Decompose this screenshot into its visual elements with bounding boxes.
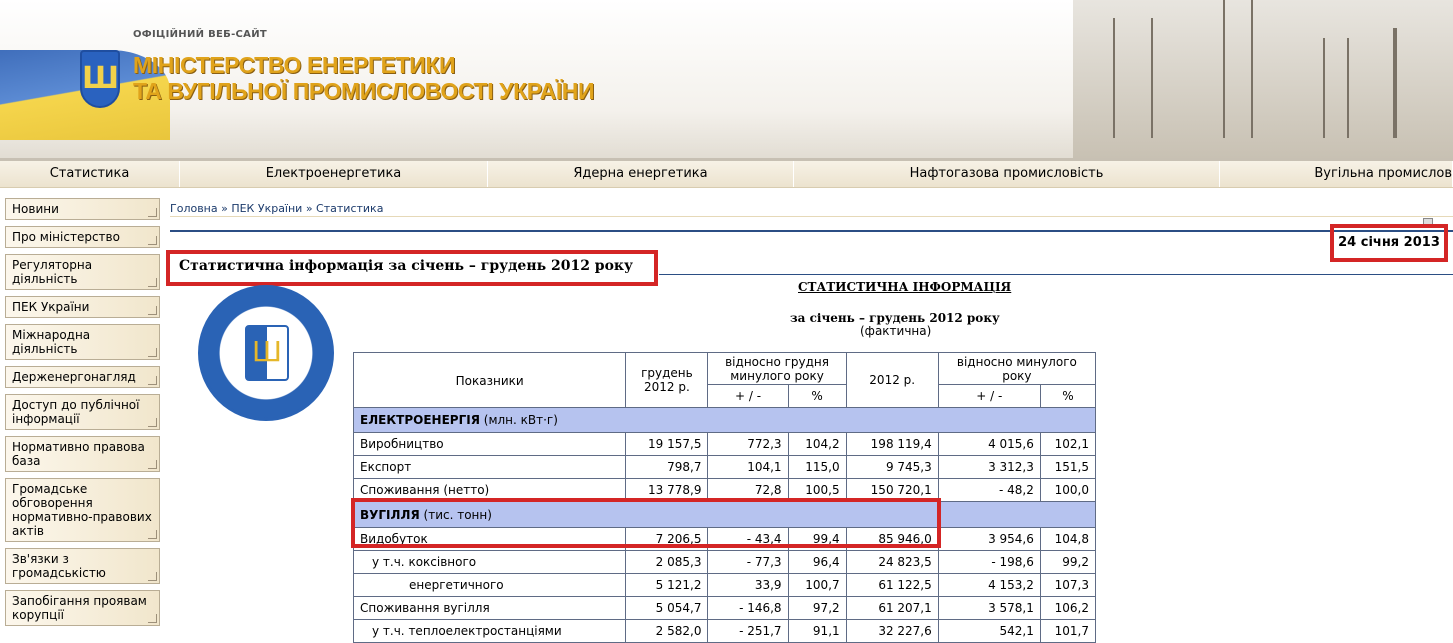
nav-nuclear-energy[interactable]: Ядерна енергетика <box>488 161 794 187</box>
col-december: грудень 2012 р. <box>625 352 709 408</box>
cell-value: - 198,6 <box>937 550 1041 574</box>
cell-value: 151,5 <box>1039 455 1097 479</box>
main-navigation: Статистика Електроенергетика Ядерна енер… <box>0 161 1453 188</box>
cell-value: 9 745,3 <box>845 455 939 479</box>
document-period: за січень – грудень 2012 року <box>790 311 1000 325</box>
nav-oil-gas[interactable]: Нафтогазова промисловість <box>794 161 1220 187</box>
cell-value: 19 157,5 <box>625 432 709 456</box>
cell-value: - 48,2 <box>937 478 1041 502</box>
cell-value: 542,1 <box>937 619 1041 643</box>
sidebar-item-international[interactable]: Міжнародна діяльність <box>5 324 160 360</box>
cell-value: 97,2 <box>787 596 847 620</box>
nav-coal-industry[interactable]: Вугільна промислов <box>1220 161 1453 187</box>
col-year-pm: + / - <box>937 384 1041 408</box>
section-title: ЕЛЕКТРОЕНЕРГІЯ <box>360 413 480 427</box>
cell-value: 4 015,6 <box>937 432 1041 456</box>
cell-value: 3 312,3 <box>937 455 1041 479</box>
sidebar-item-supervision[interactable]: Держенергонагляд <box>5 366 160 388</box>
col-2012: 2012 р. <box>845 352 939 408</box>
row-label: у т.ч. коксівного <box>352 550 627 574</box>
cell-value: 91,1 <box>787 619 847 643</box>
cell-value: 4 153,2 <box>937 573 1041 597</box>
sidebar-item-anticorruption[interactable]: Запобігання проявам корупції <box>5 590 160 626</box>
cell-value: 5 121,2 <box>625 573 709 597</box>
nav-statistics[interactable]: Статистика <box>0 161 180 187</box>
cell-value: - 146,8 <box>707 596 789 620</box>
cell-value: 33,9 <box>707 573 789 597</box>
col-dec-pm: + / - <box>707 384 789 408</box>
cell-value: - 251,7 <box>707 619 789 643</box>
table-row: Споживання вугілля 5 054,7- 146,8 97,2 61 2… <box>352 596 1097 620</box>
col-dec-pct: % <box>787 384 847 408</box>
cell-value: 100,0 <box>1039 478 1097 502</box>
cell-value: 772,3 <box>707 432 789 456</box>
col-rel-year: відносно минулого року <box>937 352 1097 385</box>
row-label: Експорт <box>352 455 627 479</box>
table-row: у т.ч. теплоелектростанціями 2 582,0- 251… <box>352 619 1097 643</box>
cell-value: 102,1 <box>1039 432 1097 456</box>
cell-value: 101,7 <box>1039 619 1097 643</box>
row-label: Споживання вугілля <box>352 596 627 620</box>
ministry-name-line2: ТА ВУГІЛЬНОЇ ПРОМИСЛОВОСТІ УКРАЇНИ <box>133 78 595 104</box>
cell-value: 24 823,5 <box>845 550 939 574</box>
table-row: у т.ч. коксівного 2 085,3- 77,3 96,4 24 823… <box>352 550 1097 574</box>
nav-electric-power[interactable]: Електроенергетика <box>180 161 488 187</box>
cell-value: 104,8 <box>1039 527 1097 551</box>
cell-value: 96,4 <box>787 550 847 574</box>
cell-value: 107,3 <box>1039 573 1097 597</box>
cell-value: 798,7 <box>625 455 709 479</box>
sidebar-item-public-discussion[interactable]: Громадське обговорення нормативно-правов… <box>5 478 160 542</box>
sidebar-item-public-relations[interactable]: Зв'язки з громадськістю <box>5 548 160 584</box>
col-rel-december: відносно грудня минулого року <box>707 352 847 385</box>
cell-value: 3 578,1 <box>937 596 1041 620</box>
power-lines-image <box>1073 0 1453 158</box>
sidebar-item-public-info[interactable]: Доступ до публічної інформації <box>5 394 160 430</box>
sidebar-item-fec[interactable]: ПЕК України <box>5 296 160 318</box>
table-row: енергетичного 5 121,2 33,9 100,7 61 122,5 4 1… <box>352 573 1097 597</box>
cell-value: 115,0 <box>787 455 847 479</box>
document-fact-note: (фактична) <box>860 324 932 338</box>
cell-value: 106,2 <box>1039 596 1097 620</box>
sidebar-item-news[interactable]: Новини <box>5 198 160 220</box>
cell-value: 61 207,1 <box>845 596 939 620</box>
document-heading: СТАТИСТИЧНА ІНФОРМАЦІЯ <box>798 280 1012 294</box>
section-unit: (млн. кВт·г) <box>483 413 558 427</box>
trident-emblem-icon[interactable]: Ш <box>80 50 120 108</box>
cell-value: 104,2 <box>787 432 847 456</box>
cell-value: 100,7 <box>787 573 847 597</box>
sidebar-item-about[interactable]: Про міністерство <box>5 226 160 248</box>
cell-value: 198 119,4 <box>845 432 939 456</box>
ministry-name-line1: МІНІСТЕРСТВО ЕНЕРГЕТИКИ <box>133 52 456 78</box>
table-row: Експорт 798,7 104,1 115,0 9 745,3 3 312,3 151,… <box>352 455 1097 479</box>
row-label: Виробництво <box>352 432 627 456</box>
col-indicators: Показники <box>352 352 627 408</box>
sidebar-item-legal-base[interactable]: Нормативно правова база <box>5 436 160 472</box>
sidebar-item-regulatory[interactable]: Регуляторна діяльність <box>5 254 160 290</box>
cell-value: - 77,3 <box>707 550 789 574</box>
cell-value: 104,1 <box>707 455 789 479</box>
cell-value: 3 954,6 <box>937 527 1041 551</box>
publication-date: 24 січня 2013 <box>1330 224 1448 262</box>
section-electricity: ЕЛЕКТРОЕНЕРГІЯ (млн. кВт·г) <box>353 407 1096 433</box>
site-header: ОФІЦІЙНИЙ ВЕБ-САЙТ Ш МІНІСТЕРСТВО ЕНЕРГЕ… <box>0 0 1453 158</box>
table-row: Виробництво 19 157,5 772,3 104,2 198 119,4 4 … <box>352 432 1097 456</box>
row-label: у т.ч. теплоелектростанціями <box>352 619 627 643</box>
cell-value: 2 582,0 <box>625 619 709 643</box>
page-title: Статистична інформація за січень – груде… <box>179 258 634 274</box>
seal-trident-icon: Ш <box>245 325 289 381</box>
cell-value: 32 227,6 <box>845 619 939 643</box>
cell-value: 61 122,5 <box>845 573 939 597</box>
cell-value: 2 085,3 <box>625 550 709 574</box>
ministry-name[interactable]: МІНІСТЕРСТВО ЕНЕРГЕТИКИ ТА ВУГІЛЬНОЇ ПРО… <box>133 52 595 104</box>
cell-value: 99,2 <box>1039 550 1097 574</box>
row-label: енергетичного <box>352 573 627 597</box>
breadcrumb[interactable]: Головна » ПЕК України » Статистика <box>170 202 383 215</box>
official-site-label: ОФІЦІЙНИЙ ВЕБ-САЙТ <box>133 29 267 40</box>
sidebar: Новини Про міністерство Регуляторна діял… <box>5 198 162 632</box>
col-year-pct: % <box>1039 384 1097 408</box>
coal-highlight <box>351 498 941 548</box>
cell-value: 5 054,7 <box>625 596 709 620</box>
